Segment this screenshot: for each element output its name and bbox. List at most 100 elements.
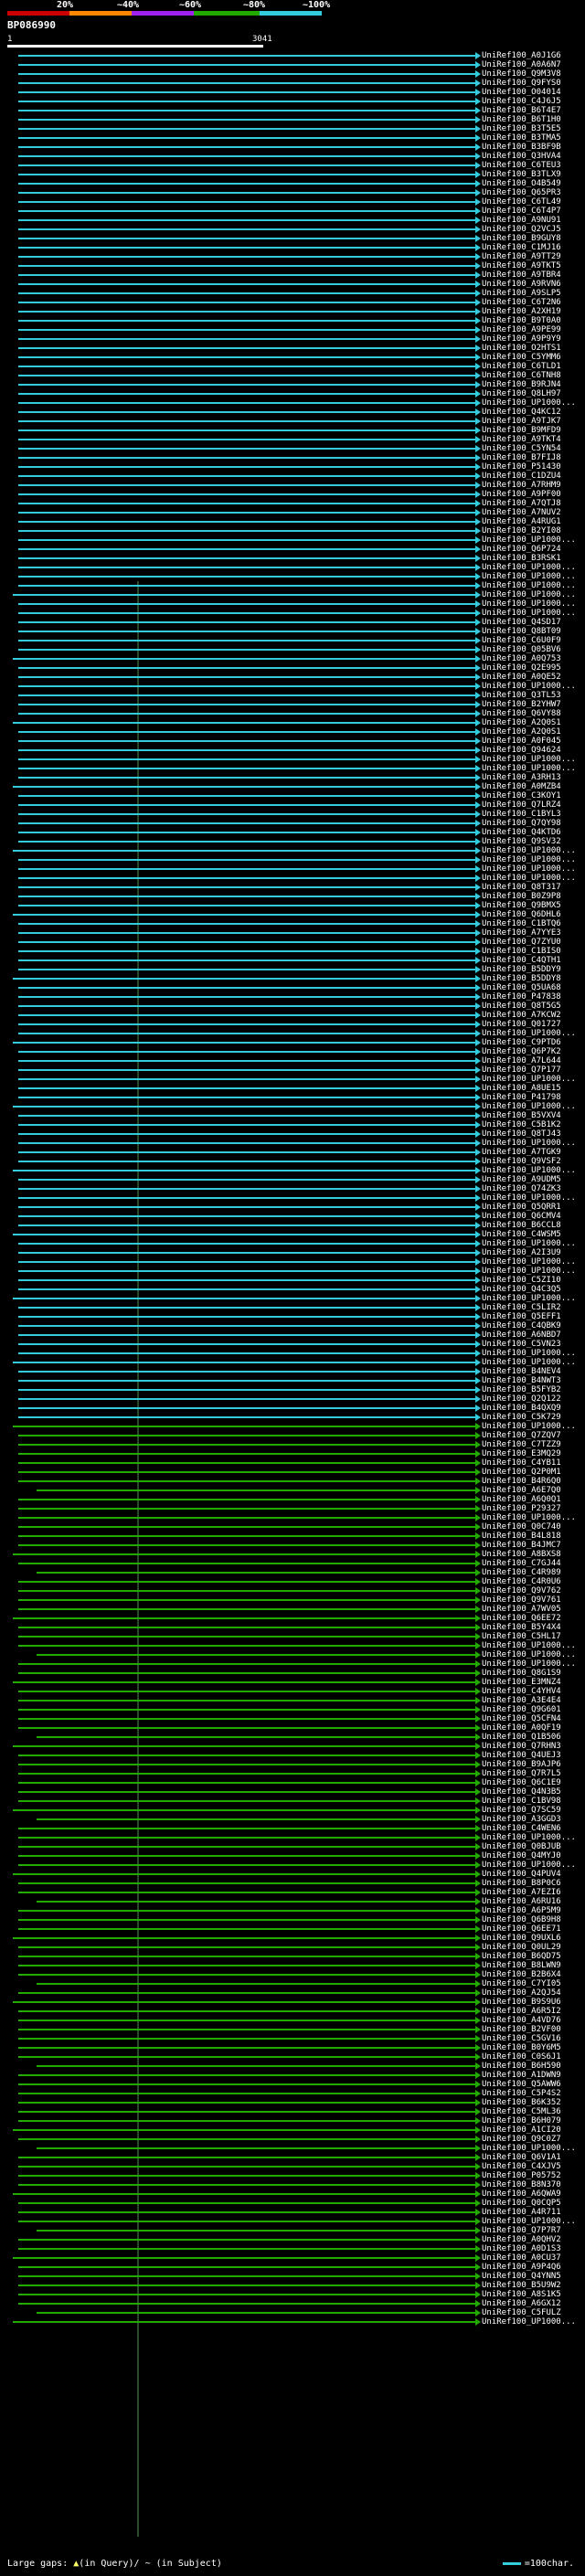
hit-label[interactable]: UniRef100_A9TKT5 — [482, 261, 561, 270]
hit-row[interactable]: UniRef100_B8P0C6 — [0, 1879, 585, 1888]
hit-row[interactable]: UniRef100_C5B1K2 — [0, 1120, 585, 1129]
hit-label[interactable]: UniRef100_C6TEU3 — [482, 161, 561, 170]
hit-row[interactable]: UniRef100_UP1000... — [0, 2317, 585, 2327]
hit-label[interactable]: UniRef100_C1BYL3 — [482, 810, 561, 819]
hit-label[interactable]: UniRef100_A7EZI6 — [482, 1888, 561, 1897]
hit-row[interactable]: UniRef100_Q7SC59 — [0, 1806, 585, 1815]
hit-row[interactable]: UniRef100_Q6B9H8 — [0, 1915, 585, 1924]
hit-row[interactable]: UniRef100_UP1000... — [0, 1193, 585, 1203]
hit-row[interactable]: UniRef100_Q7P7R7 — [0, 2226, 585, 2235]
hit-label[interactable]: UniRef100_UP1000... — [482, 1833, 576, 1842]
hit-label[interactable]: UniRef100_Q2P0M1 — [482, 1468, 561, 1477]
hit-row[interactable]: UniRef100_Q6P724 — [0, 545, 585, 554]
hit-row[interactable]: UniRef100_B3TMA5 — [0, 133, 585, 143]
hit-label[interactable]: UniRef100_B9GUY8 — [482, 234, 561, 243]
hit-row[interactable]: UniRef100_UP1000... — [0, 855, 585, 864]
hit-label[interactable]: UniRef100_O2HTS1 — [482, 344, 561, 353]
hit-row[interactable]: UniRef100_C6TNH8 — [0, 371, 585, 380]
hit-label[interactable]: UniRef100_A3GGD3 — [482, 1815, 561, 1824]
hit-label[interactable]: UniRef100_Q4KC12 — [482, 408, 561, 417]
hit-row[interactable]: UniRef100_A0QE52 — [0, 673, 585, 682]
hit-row[interactable]: UniRef100_Q01727 — [0, 1020, 585, 1029]
hit-row[interactable]: UniRef100_UP1000... — [0, 1422, 585, 1431]
hit-row[interactable]: UniRef100_O04014 — [0, 88, 585, 97]
hit-row[interactable]: UniRef100_A8BXS8 — [0, 1550, 585, 1559]
hit-row[interactable]: UniRef100_C1DZU4 — [0, 472, 585, 481]
hit-row[interactable]: UniRef100_Q9G601 — [0, 1705, 585, 1714]
hit-label[interactable]: UniRef100_B0Z9P8 — [482, 892, 561, 901]
hit-label[interactable]: UniRef100_Q6CMV4 — [482, 1212, 561, 1221]
hit-row[interactable]: UniRef100_B6T4E7 — [0, 106, 585, 115]
hit-label[interactable]: UniRef100_A9TKT4 — [482, 435, 561, 444]
hit-label[interactable]: UniRef100_Q5EFF1 — [482, 1312, 561, 1321]
hit-label[interactable]: UniRef100_C4R0U6 — [482, 1577, 561, 1586]
hit-label[interactable]: UniRef100_C5ML36 — [482, 2107, 561, 2116]
hit-label[interactable]: UniRef100_Q7QY98 — [482, 819, 561, 828]
hit-label[interactable]: UniRef100_B4QXQ9 — [482, 1404, 561, 1413]
hit-row[interactable]: UniRef100_A2Q0S1 — [0, 727, 585, 737]
hit-row[interactable]: UniRef100_A0Q753 — [0, 654, 585, 663]
hit-row[interactable]: UniRef100_UP1000... — [0, 398, 585, 408]
hit-row[interactable]: UniRef100_UP1000... — [0, 1659, 585, 1669]
hit-label[interactable]: UniRef100_A9NU91 — [482, 216, 561, 225]
hit-label[interactable]: UniRef100_Q0UL29 — [482, 1943, 561, 1952]
hit-label[interactable]: UniRef100_Q01727 — [482, 1020, 561, 1029]
hit-label[interactable]: UniRef100_UP1000... — [482, 1139, 576, 1148]
hit-label[interactable]: UniRef100_Q5CFN4 — [482, 1714, 561, 1723]
hit-row[interactable]: UniRef100_C9PTD6 — [0, 1038, 585, 1047]
hit-label[interactable]: UniRef100_B6QD75 — [482, 1952, 561, 1961]
hit-row[interactable]: UniRef100_B6K352 — [0, 2098, 585, 2107]
hit-row[interactable]: UniRef100_B4NWT3 — [0, 1376, 585, 1385]
hit-row[interactable]: UniRef100_C1BTQ6 — [0, 919, 585, 928]
hit-label[interactable]: UniRef100_C5K729 — [482, 1413, 561, 1422]
hit-label[interactable]: UniRef100_Q4SD17 — [482, 618, 561, 627]
hit-label[interactable]: UniRef100_B4NWT3 — [482, 1376, 561, 1385]
hit-row[interactable]: UniRef100_UP1000... — [0, 1075, 585, 1084]
hit-row[interactable]: UniRef100_C5LIR2 — [0, 1303, 585, 1312]
hit-label[interactable]: UniRef100_C1BTQ6 — [482, 919, 561, 928]
hit-row[interactable]: UniRef100_A2I3U9 — [0, 1248, 585, 1257]
hit-label[interactable]: UniRef100_B2VF00 — [482, 2025, 561, 2034]
hit-row[interactable]: UniRef100_C5K729 — [0, 1413, 585, 1422]
hit-row[interactable]: UniRef100_C1MJ16 — [0, 243, 585, 252]
hit-row[interactable]: UniRef100_P05752 — [0, 2171, 585, 2180]
hit-label[interactable]: UniRef100_C5LIR2 — [482, 1303, 561, 1312]
hit-label[interactable]: UniRef100_UP1000... — [482, 2144, 576, 2153]
hit-label[interactable]: UniRef100_UP1000... — [482, 398, 576, 408]
hit-label[interactable]: UniRef100_C6TLD1 — [482, 362, 561, 371]
hit-row[interactable]: UniRef100_UP1000... — [0, 599, 585, 609]
hit-row[interactable]: UniRef100_Q9FYS0 — [0, 79, 585, 88]
hit-label[interactable]: UniRef100_Q7P7R7 — [482, 2226, 561, 2235]
hit-label[interactable]: UniRef100_B4NEV4 — [482, 1367, 561, 1376]
hit-row[interactable]: UniRef100_Q74ZK3 — [0, 1184, 585, 1193]
hit-row[interactable]: UniRef100_UP1000... — [0, 590, 585, 599]
hit-label[interactable]: UniRef100_B4R6Q0 — [482, 1477, 561, 1486]
hit-row[interactable]: UniRef100_B5U9W2 — [0, 2281, 585, 2290]
hit-label[interactable]: UniRef100_C5B1K2 — [482, 1120, 561, 1129]
hit-row[interactable]: UniRef100_C6TL49 — [0, 197, 585, 207]
hit-row[interactable]: UniRef100_Q9VSF2 — [0, 1157, 585, 1166]
hit-row[interactable]: UniRef100_C3KOY1 — [0, 791, 585, 800]
hit-label[interactable]: UniRef100_Q9V761 — [482, 1595, 561, 1605]
hit-label[interactable]: UniRef100_B7FIJ8 — [482, 453, 561, 462]
hit-row[interactable]: UniRef100_C5GV16 — [0, 2034, 585, 2043]
hit-label[interactable]: UniRef100_Q4KTD6 — [482, 828, 561, 837]
hit-row[interactable]: UniRef100_B3RSK1 — [0, 554, 585, 563]
hit-row[interactable]: UniRef100_C6T2N6 — [0, 298, 585, 307]
hit-label[interactable]: UniRef100_C4WEN6 — [482, 1824, 561, 1833]
hit-row[interactable]: UniRef100_P41798 — [0, 1093, 585, 1102]
hit-row[interactable]: UniRef100_B5DDY8 — [0, 974, 585, 983]
hit-label[interactable]: UniRef100_B3RSK1 — [482, 554, 561, 563]
hit-label[interactable]: UniRef100_B5U9W2 — [482, 2281, 561, 2290]
hit-row[interactable]: UniRef100_C5VN23 — [0, 1340, 585, 1349]
hit-row[interactable]: UniRef100_C4R0U6 — [0, 1577, 585, 1586]
hit-row[interactable]: UniRef100_Q9M3V8 — [0, 69, 585, 79]
hit-row[interactable]: UniRef100_A9PE99 — [0, 325, 585, 334]
hit-label[interactable]: UniRef100_Q2VCJ5 — [482, 225, 561, 234]
hit-label[interactable]: UniRef100_Q6EE71 — [482, 1924, 561, 1934]
hit-row[interactable]: UniRef100_B3BF9B — [0, 143, 585, 152]
hit-label[interactable]: UniRef100_C5VN23 — [482, 1340, 561, 1349]
hit-row[interactable]: UniRef100_P29327 — [0, 1504, 585, 1513]
hit-row[interactable]: UniRef100_C4YHV4 — [0, 1687, 585, 1696]
hit-label[interactable]: UniRef100_B5DDY9 — [482, 965, 561, 974]
